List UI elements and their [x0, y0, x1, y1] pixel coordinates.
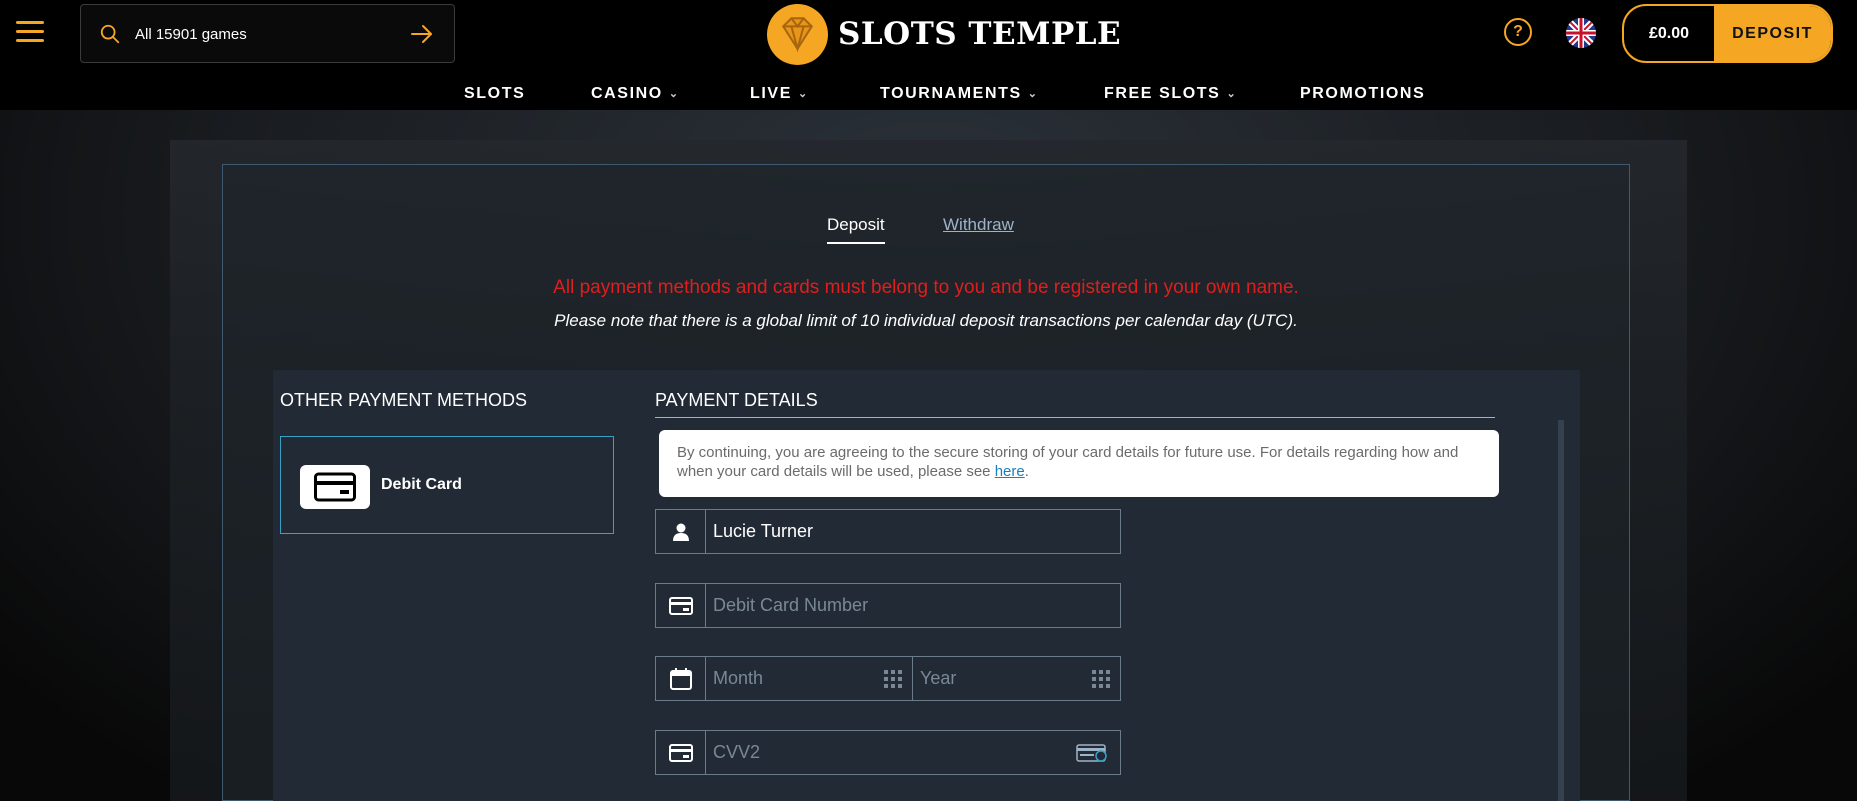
balance[interactable]: £0.00	[1624, 6, 1714, 61]
card-number-input[interactable]	[706, 584, 1120, 627]
nav-label: CASINO	[591, 85, 663, 102]
nav-tournaments[interactable]: TOURNAMENTS ⌄	[880, 85, 1039, 103]
logo-text: SLOTS TEMPLE	[838, 16, 1122, 52]
uk-flag-icon[interactable]	[1566, 18, 1596, 48]
grid-icon	[884, 669, 902, 688]
nav-label: PROMOTIONS	[1300, 85, 1426, 102]
menu-icon[interactable]	[16, 21, 44, 43]
search-bar	[80, 4, 455, 63]
payment-details-title: PAYMENT DETAILS	[655, 390, 1495, 418]
deposit-limit-note: Please note that there is a global limit…	[554, 311, 1298, 330]
cvv-field	[655, 730, 1121, 775]
wallet: £0.00 DEPOSIT	[1622, 4, 1833, 63]
grid-icon	[1092, 669, 1110, 688]
help-icon[interactable]: ?	[1504, 18, 1532, 46]
nav-free-slots[interactable]: FREE SLOTS ⌄	[1104, 85, 1237, 103]
payment-method-debit-card[interactable]: Debit Card	[280, 436, 614, 534]
nav-promotions[interactable]: PROMOTIONS	[1300, 85, 1425, 103]
nav-label: SLOTS	[464, 85, 526, 102]
nav-label: TOURNAMENTS	[880, 85, 1022, 102]
year-select[interactable]	[913, 657, 1120, 700]
arrow-right-icon[interactable]	[410, 23, 434, 45]
diamond-icon	[767, 3, 828, 65]
cashier-tabs: Deposit Withdraw	[223, 215, 1629, 249]
chevron-down-icon: ⌄	[797, 88, 809, 100]
cashier-panel: Deposit Withdraw All payment methods and…	[222, 164, 1630, 801]
tab-withdraw[interactable]: Withdraw	[943, 215, 1014, 235]
user-icon	[656, 510, 706, 553]
card-storage-consent: By continuing, you are agreeing to the s…	[659, 430, 1499, 497]
nav-label: LIVE	[750, 85, 792, 102]
consent-end: .	[1024, 463, 1029, 480]
month-select[interactable]	[706, 657, 913, 700]
cvv-input[interactable]	[706, 731, 1076, 774]
nav-label: FREE SLOTS	[1104, 85, 1221, 102]
nav-live[interactable]: LIVE ⌄	[750, 85, 809, 103]
credit-card-icon	[656, 731, 706, 774]
payment-method-label: Debit Card	[381, 476, 462, 493]
nav-slots[interactable]: SLOTS	[464, 85, 525, 103]
chevron-down-icon: ⌄	[1226, 88, 1238, 100]
header: SLOTS TEMPLE ? £0.00 DEPOSIT	[0, 0, 1857, 68]
cardholder-name-input[interactable]	[706, 510, 1120, 553]
cardholder-field	[655, 509, 1121, 554]
year-input[interactable]	[913, 668, 1092, 689]
chevron-down-icon: ⌄	[1027, 88, 1039, 100]
search-icon	[100, 24, 120, 44]
tab-deposit[interactable]: Deposit	[827, 215, 885, 244]
payment-area: OTHER PAYMENT METHODS Debit Card PAYMENT…	[273, 370, 1580, 801]
ownership-warning: All payment methods and cards must belon…	[553, 277, 1299, 298]
nav-casino[interactable]: CASINO ⌄	[591, 85, 680, 103]
chevron-down-icon: ⌄	[668, 88, 680, 100]
expiry-field	[655, 656, 1121, 701]
cvv-help-icon[interactable]	[1076, 731, 1120, 774]
deposit-button[interactable]: DEPOSIT	[1714, 6, 1831, 61]
card-number-field	[655, 583, 1121, 628]
month-input[interactable]	[706, 668, 884, 689]
other-methods-title: OTHER PAYMENT METHODS	[280, 390, 528, 410]
main-nav: SLOTS CASINO ⌄ LIVE ⌄ TOURNAMENTS ⌄ FREE SL…	[0, 85, 1857, 107]
logo[interactable]: SLOTS TEMPLE	[767, 2, 1121, 66]
credit-card-icon	[656, 584, 706, 627]
consent-link[interactable]: here	[995, 463, 1025, 480]
credit-card-icon	[300, 465, 370, 509]
search-input[interactable]	[135, 21, 405, 47]
consent-text: By continuing, you are agreeing to the s…	[677, 444, 1459, 480]
calendar-icon	[656, 657, 706, 700]
scrollbar[interactable]	[1558, 420, 1564, 801]
